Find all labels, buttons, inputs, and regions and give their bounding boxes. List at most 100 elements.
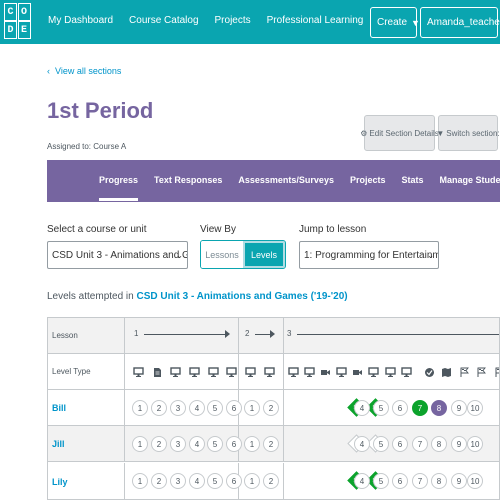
level-bubble[interactable]: 2	[151, 436, 167, 452]
level-bubble[interactable]: 4	[354, 436, 370, 452]
switch-section-button[interactable]: ▼ Switch section:	[436, 115, 500, 151]
tab-manage-students[interactable]: Manage Students	[440, 175, 500, 201]
desktop-icon	[368, 365, 379, 377]
course-select[interactable]: CSD Unit 3 - Animations and Gam ⌄	[47, 241, 188, 269]
level-bubble[interactable]: 7	[412, 400, 428, 416]
student-name-link[interactable]: Jill	[48, 426, 125, 461]
nav-projects[interactable]: Projects	[215, 15, 251, 26]
jump-to-lesson-select[interactable]: 1: Programming for Entertainment ⌄	[299, 241, 439, 269]
level-bubble[interactable]: 6	[392, 400, 408, 416]
level-bubble[interactable]: 8	[431, 436, 447, 452]
create-button[interactable]: Create ▼	[370, 7, 420, 38]
student-name-link[interactable]: Lily	[48, 463, 125, 499]
view-lessons-button[interactable]: Lessons	[201, 241, 243, 268]
level-bubble[interactable]: 6	[226, 400, 242, 416]
nav-professional-learning[interactable]: Professional Learning	[267, 15, 364, 26]
level-bubble[interactable]: 3	[170, 400, 186, 416]
view-by-label: View By	[200, 224, 236, 235]
desktop-icon	[304, 365, 315, 377]
jump-to-lesson-value: 1: Programming for Entertainment	[304, 249, 438, 261]
nav-course-catalog[interactable]: Course Catalog	[129, 15, 198, 26]
level-bubble[interactable]: 5	[373, 473, 389, 489]
chevron-left-icon: ‹	[47, 66, 50, 76]
student-row: Jill123456122345678910	[48, 426, 499, 462]
tab-progress[interactable]: Progress	[99, 175, 139, 201]
level-bubble[interactable]: 8	[431, 400, 447, 416]
tab-projects[interactable]: Projects	[350, 175, 386, 201]
level-bubble[interactable]: 2	[263, 473, 279, 489]
level-bubble[interactable]: 8	[431, 473, 447, 489]
unit-link[interactable]: CSD Unit 3 - Animations and Games ('19-'…	[137, 291, 348, 302]
progress-table: Lesson 1 2 3 Level Type Bill12345612✱✱45…	[47, 317, 500, 500]
level-type-row: Level Type	[48, 354, 499, 390]
logo-letter: C	[4, 3, 17, 21]
jump-to-lesson-label: Jump to lesson	[299, 224, 367, 235]
level-bubble[interactable]: 9	[451, 473, 467, 489]
level-bubble[interactable]: 6	[226, 436, 242, 452]
lesson-number: 3	[287, 329, 292, 338]
edit-section-button[interactable]: ⚙ Edit Section Details	[360, 115, 439, 151]
level-bubble[interactable]: 1	[244, 436, 260, 452]
arrow-right-icon	[225, 330, 230, 338]
desktop-icon	[245, 365, 256, 377]
lesson-header-row: Lesson 1 2 3	[48, 318, 499, 354]
level-bubble[interactable]: 1	[132, 473, 148, 489]
user-menu-button[interactable]: Amanda_teacher ▼	[420, 7, 500, 38]
level-bubble[interactable]: 2	[151, 400, 167, 416]
level-bubble[interactable]: 2	[263, 436, 279, 452]
level-bubble[interactable]: 7	[412, 436, 428, 452]
level-bubble[interactable]: 7	[412, 473, 428, 489]
tab-stats[interactable]: Stats	[401, 175, 423, 201]
lesson-number: 1	[134, 329, 139, 338]
level-bubble[interactable]: 9	[451, 436, 467, 452]
checkered-flag-icon	[459, 365, 469, 377]
level-type-header: Level Type	[48, 354, 125, 389]
desktop-icon	[264, 365, 275, 377]
lesson-header: Lesson	[48, 318, 125, 353]
section-tabs: Progress Text Responses Assessments/Surv…	[47, 160, 500, 202]
tab-assessments-surveys[interactable]: Assessments/Surveys	[238, 175, 334, 201]
view-levels-button[interactable]: Levels	[243, 241, 285, 268]
level-bubble[interactable]: 6	[226, 473, 242, 489]
level-bubble[interactable]: 6	[392, 473, 408, 489]
level-bubble[interactable]: 9	[451, 400, 467, 416]
level-bubble[interactable]: 5	[207, 436, 223, 452]
level-bubble[interactable]: 4	[354, 473, 370, 489]
chevron-down-icon: ⌄	[427, 250, 434, 260]
desktop-icon	[133, 365, 144, 377]
level-bubble[interactable]: 5	[207, 473, 223, 489]
desktop-icon	[288, 365, 299, 377]
level-bubble[interactable]: 2	[151, 473, 167, 489]
level-bubble[interactable]: 10	[467, 473, 483, 489]
level-bubble[interactable]: 3	[170, 473, 186, 489]
logo-letter: E	[17, 21, 31, 39]
tab-text-responses[interactable]: Text Responses	[154, 175, 222, 201]
level-bubble[interactable]: 5	[373, 400, 389, 416]
course-select-label: Select a course or unit	[47, 224, 147, 235]
level-bubble[interactable]: 10	[467, 436, 483, 452]
level-bubble[interactable]: 2	[263, 400, 279, 416]
levels-attempted-caption: Levels attempted in CSD Unit 3 - Animati…	[47, 291, 348, 302]
level-bubble[interactable]: 1	[132, 400, 148, 416]
arrow-right-icon	[270, 330, 275, 338]
chevron-down-icon: ⌄	[176, 250, 183, 260]
nav-my-dashboard[interactable]: My Dashboard	[48, 15, 113, 26]
desktop-icon	[208, 365, 219, 377]
level-bubble[interactable]: 6	[392, 436, 408, 452]
level-bubble[interactable]: 4	[189, 436, 205, 452]
code-logo[interactable]: C O D E	[4, 3, 31, 39]
section-title: 1st Period	[47, 98, 154, 123]
level-bubble[interactable]: 5	[373, 436, 389, 452]
level-bubble[interactable]: 1	[244, 400, 260, 416]
level-bubble[interactable]: 4	[354, 400, 370, 416]
student-row: Lily12345612✱✱45678910	[48, 463, 499, 499]
student-name-link[interactable]: Bill	[48, 390, 125, 425]
back-link[interactable]: ‹ View all sections	[47, 66, 121, 76]
level-bubble[interactable]: 5	[207, 400, 223, 416]
level-bubble[interactable]: 3	[170, 436, 186, 452]
level-bubble[interactable]: 4	[189, 400, 205, 416]
level-bubble[interactable]: 4	[189, 473, 205, 489]
level-bubble[interactable]: 1	[244, 473, 260, 489]
level-bubble[interactable]: 1	[132, 436, 148, 452]
level-bubble[interactable]: 10	[467, 400, 483, 416]
